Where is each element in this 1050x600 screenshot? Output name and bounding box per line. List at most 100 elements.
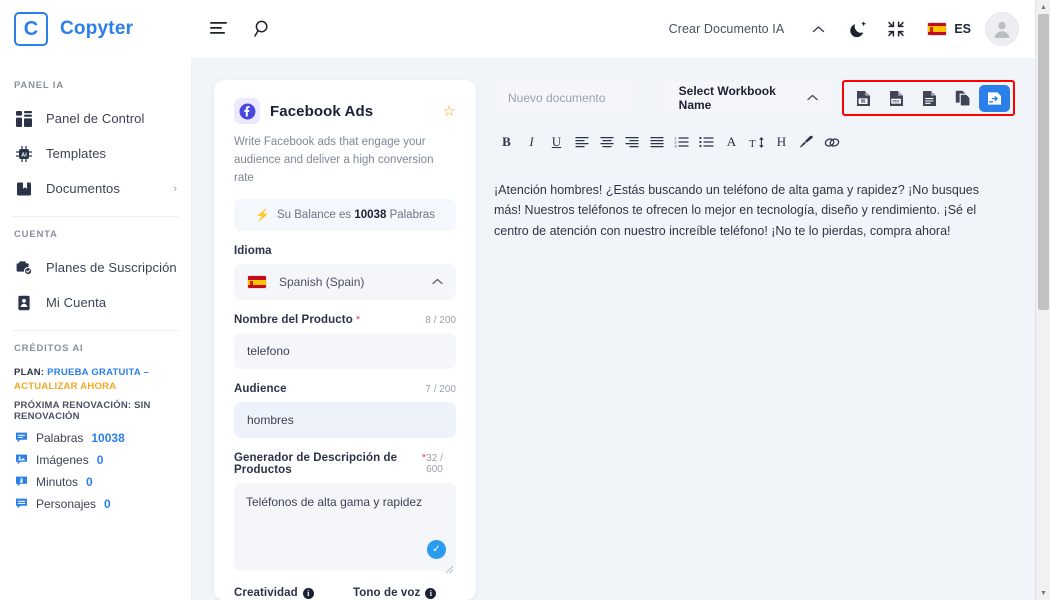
sidebar-divider: [12, 216, 179, 217]
brush-icon[interactable]: [794, 130, 819, 154]
sidebar-item-panel-de-control[interactable]: Panel de Control: [0, 101, 191, 136]
scrollbar-thumb[interactable]: [1038, 14, 1049, 310]
balance-value: 10038: [354, 209, 387, 222]
field-head: Nombre del Producto * 8 / 200: [234, 314, 456, 326]
bolt-icon: ⚡: [255, 208, 270, 223]
char-counter: 32 / 600: [426, 453, 443, 476]
document-text[interactable]: ¡Atención hombres! ¿Estás buscando un te…: [494, 180, 1015, 241]
sidebar-item-label: Documentos: [46, 181, 120, 196]
sidebar-item-label: Mi Cuenta: [46, 295, 107, 310]
align-center-icon[interactable]: [594, 130, 619, 154]
bullet-list-icon[interactable]: [694, 130, 719, 154]
compress-icon[interactable]: [881, 14, 911, 44]
dashboard-icon: [14, 109, 33, 128]
save-export-button[interactable]: [979, 84, 1010, 112]
workbook-select[interactable]: Select Workbook Name: [664, 82, 832, 114]
align-right-icon[interactable]: [619, 130, 644, 154]
char-counter: 7 / 200: [425, 384, 456, 396]
sidebar-item-templates[interactable]: AI Templates: [0, 136, 191, 171]
align-left-icon[interactable]: [569, 130, 594, 154]
field-idioma: Idioma Spanish (Spain): [234, 245, 456, 301]
balance-prefix: Su Balance es: [277, 209, 352, 222]
words-credit-icon: [14, 431, 28, 445]
sidebar-item-label: Planes de Suscripción: [46, 260, 177, 275]
menu-lines-icon[interactable]: [208, 18, 230, 40]
credit-label: Palabras: [36, 430, 84, 445]
info-icon[interactable]: i: [302, 588, 314, 600]
plan-value: PRUEBA GRATUITA: [47, 367, 141, 378]
svg-text:W: W: [861, 98, 866, 104]
chevron-up-icon: [807, 92, 818, 104]
resize-handle-icon[interactable]: [445, 561, 454, 574]
creativity-tone-row: Creatividad i Media Tono de voz: [234, 587, 456, 600]
credit-label: Imágenes: [36, 452, 89, 467]
account-card-icon: [14, 293, 33, 312]
export-word-button[interactable]: W: [847, 84, 880, 112]
balance-banner: ⚡ Su Balance es 10038 Palabras: [234, 199, 456, 232]
plan-separator: –: [143, 367, 150, 378]
document-name-input[interactable]: Nuevo documento: [494, 82, 633, 114]
font-icon[interactable]: A: [719, 130, 744, 154]
font-size-icon[interactable]: T: [744, 130, 769, 154]
search-icon[interactable]: [252, 18, 274, 40]
language-select[interactable]: Spanish (Spain): [234, 264, 456, 301]
field-creatividad: Creatividad i Media: [234, 587, 337, 600]
images-credit-icon: [14, 453, 28, 467]
body-wrapper: PANEL IA Panel de Control AI Templates D…: [0, 58, 1050, 600]
brand-logo[interactable]: C Copyter: [0, 12, 192, 46]
field-head: Idioma: [234, 245, 456, 257]
product-description-textarea[interactable]: Teléfonos de alta gama y rapidez: [234, 483, 456, 572]
italic-icon[interactable]: I: [519, 130, 544, 154]
credit-value: 0: [86, 474, 93, 489]
credit-value: 0: [96, 452, 104, 467]
field-label: Audience: [234, 383, 287, 396]
minutes-credit-icon: [14, 475, 28, 489]
sidebar-item-mi-cuenta[interactable]: Mi Cuenta: [0, 285, 191, 320]
link-icon[interactable]: [819, 130, 844, 154]
scroll-up-arrow-icon[interactable]: ▲: [1036, 0, 1050, 14]
characters-credit-icon: [14, 497, 28, 511]
info-icon[interactable]: i: [425, 588, 437, 600]
audience-input[interactable]: hombres: [234, 402, 456, 439]
form-title: Facebook Ads: [270, 102, 374, 120]
credits-panel: PLAN: PRUEBA GRATUITA – ACTUALIZAR AHORA…: [0, 364, 191, 511]
credit-label: Minutos: [36, 474, 79, 489]
export-pdf-button[interactable]: PDF: [880, 84, 913, 112]
language-select-value: Spanish (Spain): [279, 275, 365, 290]
bold-icon[interactable]: B: [494, 130, 519, 154]
export-text-button[interactable]: [913, 84, 946, 112]
language-selector[interactable]: ES: [927, 22, 971, 36]
scroll-down-arrow-icon[interactable]: ▼: [1036, 586, 1050, 600]
field-label: Tono de voz: [353, 587, 421, 600]
credit-value: 10038: [91, 430, 125, 445]
svg-text:T: T: [749, 138, 756, 149]
form-description: Write Facebook ads that engage your audi…: [234, 136, 434, 184]
align-justify-icon[interactable]: [644, 130, 669, 154]
plan-key: PLAN:: [14, 367, 45, 378]
sidebar-item-label: Panel de Control: [46, 111, 145, 126]
moon-icon[interactable]: [843, 14, 873, 44]
page-scrollbar[interactable]: ▲ ▼: [1035, 0, 1050, 600]
svg-text:PDF: PDF: [893, 99, 901, 103]
create-document-button[interactable]: Crear Documento IA: [669, 22, 785, 36]
ordered-list-icon[interactable]: 123: [669, 130, 694, 154]
textarea-wrapper: Teléfonos de alta gama y rapidez ✓: [234, 483, 456, 574]
upgrade-now-link[interactable]: ACTUALIZAR AHORA: [14, 381, 116, 392]
svg-text:3: 3: [674, 143, 677, 148]
ai-chip-icon: AI: [14, 144, 33, 163]
sidebar-section-account: CUENTA: [14, 229, 58, 240]
field-audience: Audience 7 / 200 hombres: [234, 383, 456, 439]
documents-icon: [14, 179, 33, 198]
user-avatar-icon[interactable]: [985, 12, 1019, 46]
workbook-label: Select Workbook Name: [678, 84, 776, 112]
copy-document-button[interactable]: [946, 84, 979, 112]
heading-icon[interactable]: H: [769, 130, 794, 154]
star-icon[interactable]: ☆: [443, 102, 456, 120]
sidebar-item-documentos[interactable]: Documentos ›: [0, 171, 191, 206]
product-name-input[interactable]: telefono: [234, 333, 456, 370]
underline-icon[interactable]: U: [544, 130, 569, 154]
spain-flag-icon: [927, 22, 948, 36]
chevron-up-icon[interactable]: [812, 25, 825, 34]
sidebar-item-planes-de-suscripcion[interactable]: Planes de Suscripción: [0, 250, 191, 285]
sidebar-section-credits: CRÉDITOS AI: [14, 343, 84, 354]
